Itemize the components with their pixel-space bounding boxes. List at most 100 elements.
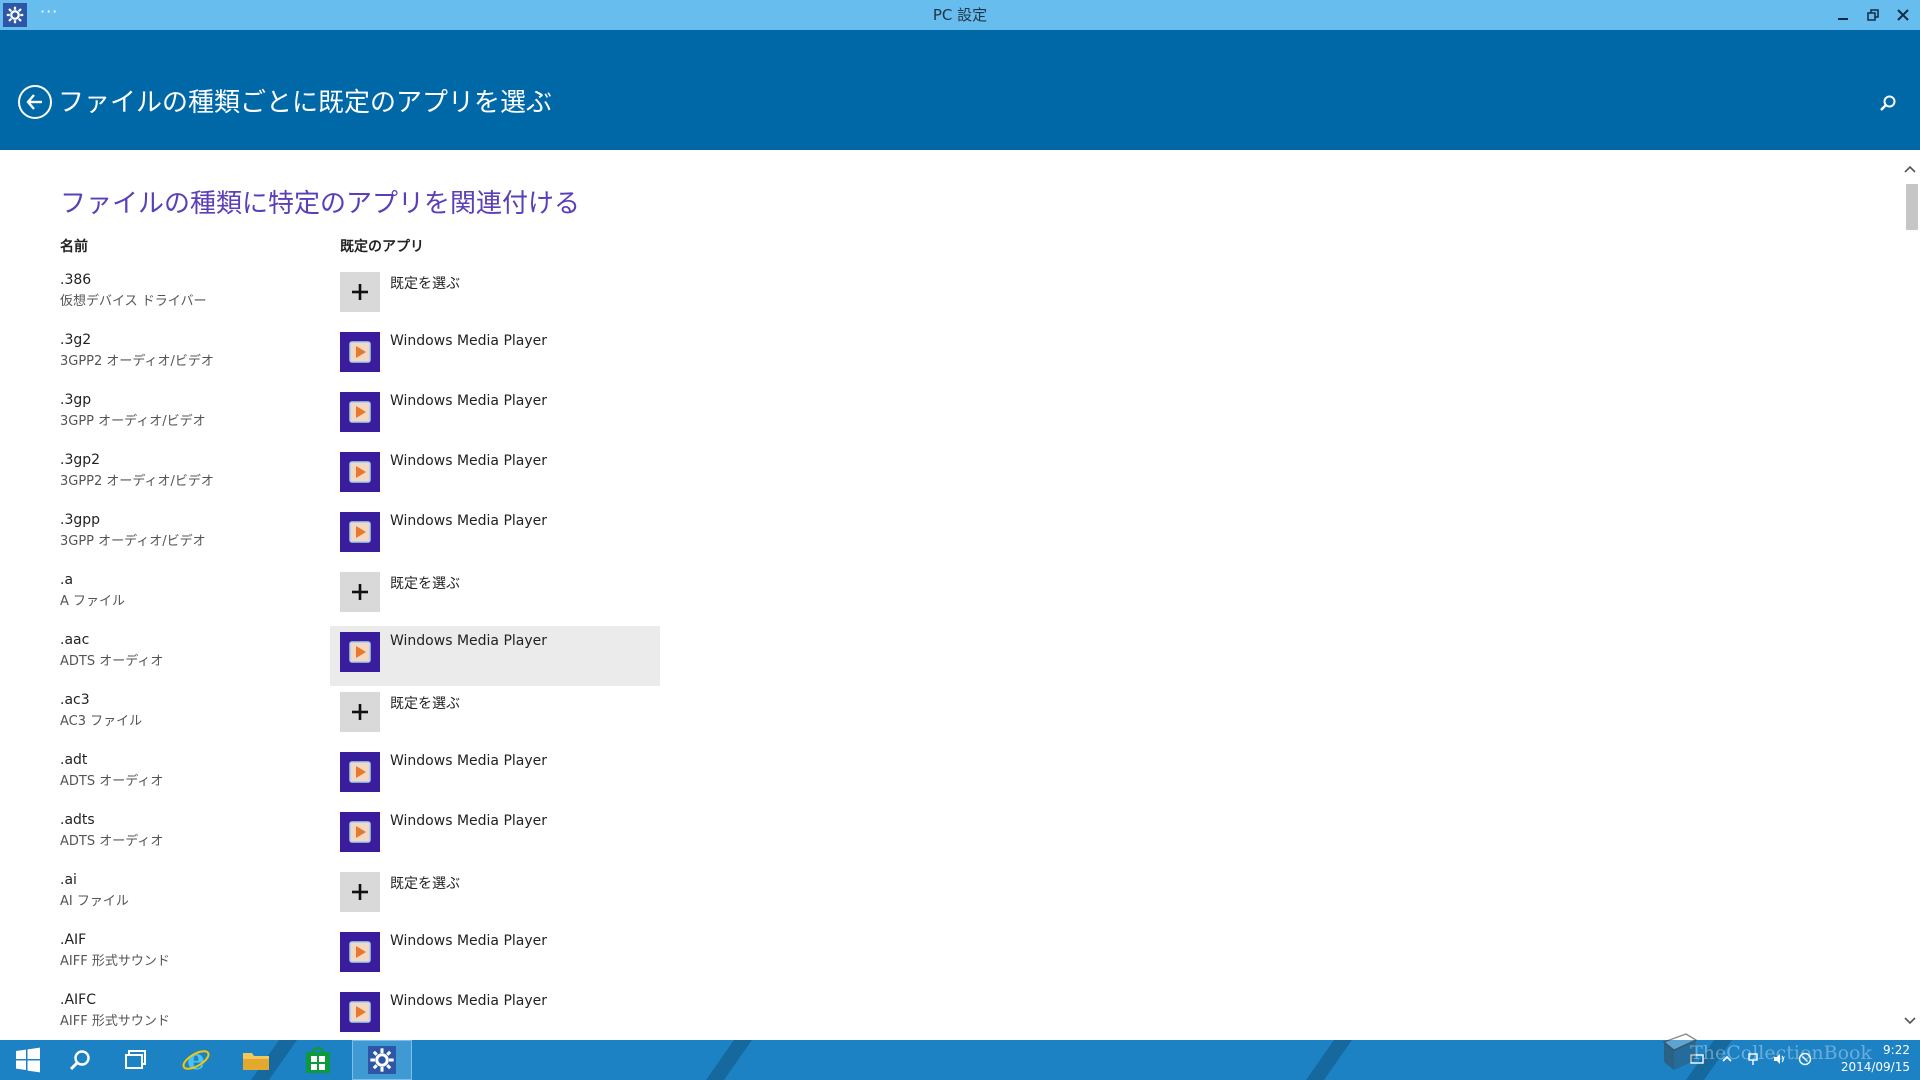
default-app-button[interactable]: Windows Media Player xyxy=(330,386,660,446)
scroll-down-arrow-icon[interactable] xyxy=(1900,1012,1920,1030)
file-extension: .AIFC xyxy=(60,992,96,1008)
close-button[interactable] xyxy=(1888,0,1918,30)
plus-icon xyxy=(340,692,380,732)
file-type-description: ADTS オーディオ xyxy=(60,834,164,849)
file-extension: .386 xyxy=(60,272,92,288)
back-button[interactable] xyxy=(18,85,52,119)
file-type-description: 3GPP2 オーディオ/ビデオ xyxy=(60,474,214,489)
default-app-button[interactable]: Windows Media Player xyxy=(330,746,660,806)
default-app-button[interactable]: 既定を選ぶ xyxy=(330,866,660,926)
scroll-up-arrow-icon[interactable] xyxy=(1900,160,1920,178)
search-icon xyxy=(1880,95,1896,111)
file-type-description: 3GPP2 オーディオ/ビデオ xyxy=(60,354,214,369)
default-app-label: 既定を選ぶ xyxy=(390,696,460,712)
file-explorer-button[interactable] xyxy=(228,1040,284,1080)
default-app-button[interactable]: 既定を選ぶ xyxy=(330,566,660,626)
table-row: .a A ファイル 既定を選ぶ xyxy=(0,568,900,628)
table-row: .aac ADTS オーディオ Windows Media Player xyxy=(0,626,900,688)
windows-media-player-icon xyxy=(340,332,380,372)
file-extension: .ac3 xyxy=(60,692,90,708)
file-extension: .aac xyxy=(60,632,90,648)
folder-icon xyxy=(243,1053,269,1070)
table-row: .3gpp 3GPP オーディオ/ビデオ Windows Media Player xyxy=(0,508,900,568)
default-app-button[interactable]: Windows Media Player xyxy=(330,326,660,386)
file-type-description: AIFF 形式サウンド xyxy=(60,1014,170,1029)
default-app-label: Windows Media Player xyxy=(390,813,548,829)
default-app-button[interactable]: Windows Media Player xyxy=(330,626,660,686)
store-button[interactable] xyxy=(290,1040,346,1080)
table-row: .3gp2 3GPP2 オーディオ/ビデオ Windows Media Player xyxy=(0,448,900,508)
column-header-default-app: 既定のアプリ xyxy=(340,239,424,255)
task-view-button[interactable] xyxy=(108,1040,164,1080)
section-title: ファイルの種類に特定のアプリを関連付ける xyxy=(60,189,581,219)
file-extension: .3g2 xyxy=(60,332,92,348)
table-row: .3gp 3GPP オーディオ/ビデオ Windows Media Player xyxy=(0,388,900,448)
windows-media-player-icon xyxy=(340,812,380,852)
restore-icon xyxy=(1867,9,1879,21)
default-app-button[interactable]: Windows Media Player xyxy=(330,446,660,506)
page-header: ファイルの種類ごとに既定のアプリを選ぶ xyxy=(0,30,1920,150)
search-button[interactable] xyxy=(1874,89,1902,117)
table-row: .adts ADTS オーディオ Windows Media Player xyxy=(0,808,900,868)
scroll-thumb[interactable] xyxy=(1906,184,1918,230)
taskbar-search-button[interactable] xyxy=(52,1040,108,1080)
file-extension: .3gp xyxy=(60,392,92,408)
file-extension: .ai xyxy=(60,872,77,888)
default-app-label: Windows Media Player xyxy=(390,333,548,349)
table-row: .ac3 AC3 ファイル 既定を選ぶ xyxy=(0,688,900,748)
default-app-button[interactable]: Windows Media Player xyxy=(330,506,660,566)
default-app-label: Windows Media Player xyxy=(390,393,548,409)
windows-media-player-icon xyxy=(340,932,380,972)
file-type-description: A ファイル xyxy=(60,594,126,609)
file-type-description: AI ファイル xyxy=(60,894,129,909)
file-extension: .3gpp xyxy=(60,512,101,528)
windows-media-player-icon xyxy=(340,392,380,432)
table-row: .AIFC AIFF 形式サウンド Windows Media Player xyxy=(0,988,900,1040)
default-app-label: 既定を選ぶ xyxy=(390,876,460,892)
default-app-label: Windows Media Player xyxy=(390,933,548,949)
file-type-description: 3GPP オーディオ/ビデオ xyxy=(60,534,206,549)
close-icon xyxy=(1897,9,1909,21)
windows-media-player-icon xyxy=(340,452,380,492)
file-type-description: ADTS オーディオ xyxy=(60,654,164,669)
default-app-button[interactable]: Windows Media Player xyxy=(330,806,660,866)
file-extension: .adt xyxy=(60,752,88,768)
default-app-label: Windows Media Player xyxy=(390,753,548,769)
default-app-button[interactable]: 既定を選ぶ xyxy=(330,266,660,326)
default-app-label: Windows Media Player xyxy=(390,453,548,469)
page-title: ファイルの種類ごとに既定のアプリを選ぶ xyxy=(58,88,553,118)
windows-logo-icon xyxy=(16,1047,40,1073)
table-row: .3g2 3GPP2 オーディオ/ビデオ Windows Media Player xyxy=(0,328,900,388)
back-arrow-icon xyxy=(26,94,42,110)
settings-gear-icon xyxy=(368,1046,396,1074)
search-icon xyxy=(69,1050,90,1071)
watermark-text: TheCollectionBook xyxy=(1690,1042,1872,1064)
default-app-button[interactable]: 既定を選ぶ xyxy=(330,686,660,746)
internet-explorer-icon: e xyxy=(182,1045,210,1075)
internet-explorer-button[interactable]: e xyxy=(168,1040,224,1080)
vertical-scrollbar[interactable] xyxy=(1900,160,1920,1030)
file-extension: .3gp2 xyxy=(60,452,101,468)
file-extension: .adts xyxy=(60,812,95,828)
file-type-description: 3GPP オーディオ/ビデオ xyxy=(60,414,206,429)
restore-button[interactable] xyxy=(1858,0,1888,30)
file-type-description: ADTS オーディオ xyxy=(60,774,164,789)
minimize-button[interactable] xyxy=(1828,0,1858,30)
plus-icon xyxy=(340,872,380,912)
plus-icon xyxy=(340,272,380,312)
windows-media-player-icon xyxy=(340,512,380,552)
table-row: .adt ADTS オーディオ Windows Media Player xyxy=(0,748,900,808)
default-app-button[interactable]: Windows Media Player xyxy=(330,986,660,1040)
pc-settings-taskbar-button[interactable] xyxy=(352,1040,412,1080)
default-app-label: 既定を選ぶ xyxy=(390,576,460,592)
minimize-icon xyxy=(1838,18,1848,20)
file-type-description: AC3 ファイル xyxy=(60,714,143,729)
default-app-button[interactable]: Windows Media Player xyxy=(330,926,660,986)
window-title: PC 設定 xyxy=(932,6,988,24)
default-app-label: Windows Media Player xyxy=(390,633,548,649)
table-row: .386 仮想デバイス ドライバー 既定を選ぶ xyxy=(0,268,900,328)
start-button[interactable] xyxy=(0,1040,56,1080)
svg-text:e: e xyxy=(187,1045,205,1075)
windows-media-player-icon xyxy=(340,992,380,1032)
taskbar: e 9:22 2014/09/15 xyxy=(0,1040,1920,1080)
